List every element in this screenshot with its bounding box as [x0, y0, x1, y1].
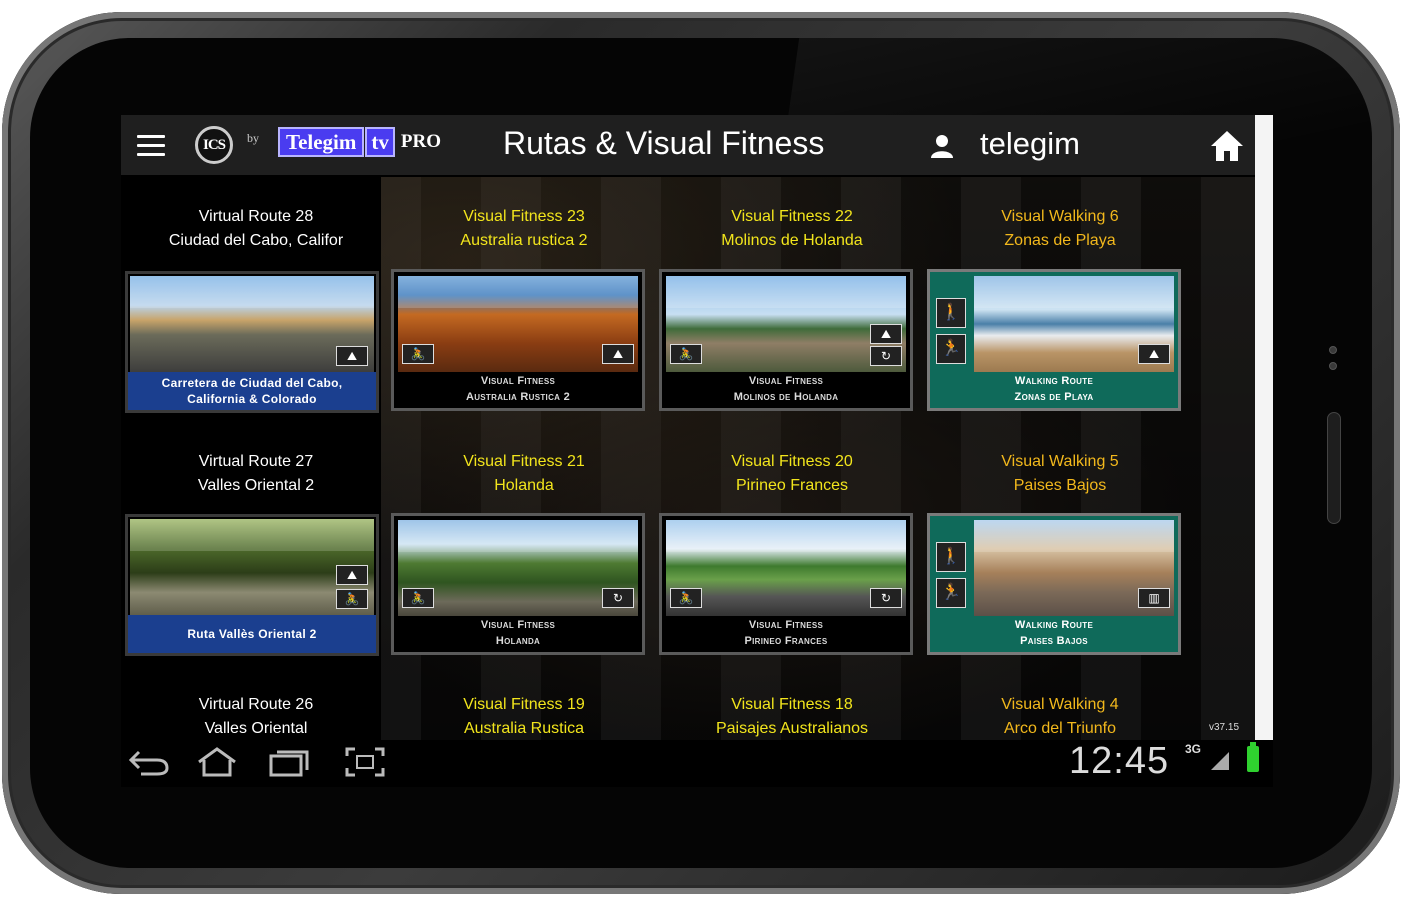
tile-caption: Visual Fitness 23 Australia rustica 2 [391, 205, 657, 253]
sensor-dots [1328, 342, 1338, 392]
caption-title: Visual Fitness 20 [731, 453, 853, 470]
side-button [1327, 412, 1341, 524]
app-screen: ICS by Telegim tv PRO Rutas & Visual Fit… [121, 115, 1273, 787]
fitness-card[interactable]: 🚴 ↻ Visual Fitness Pirineo Frances [659, 513, 913, 655]
fitness-card[interactable]: 🚴 ↻ Visual Fitness Holanda [391, 513, 645, 655]
network-type: 3G [1185, 742, 1202, 756]
tile-caption: Visual Fitness 20 Pirineo Frances [659, 450, 925, 498]
terrain-icon: ⛰ [870, 324, 902, 344]
fitness-label: Visual Fitness Holanda [480, 619, 556, 647]
tile-caption: Visual Fitness 19 Australia Rustica [391, 693, 657, 740]
tile-caption: Visual Fitness 18 Paisajes Australianos [659, 693, 925, 740]
screenshot-icon[interactable] [343, 746, 387, 778]
bike-icon: ⛰ [336, 346, 368, 366]
cyclist-icon: 🚴 [670, 588, 702, 608]
back-icon[interactable] [127, 746, 171, 778]
caption-subtitle: Valles Oriental 2 [197, 477, 315, 494]
elliptical-icon: 🏃 [936, 578, 966, 608]
walking-card[interactable]: 🚶 🏃 ▥ Walking Route Paises Bajos [927, 513, 1181, 655]
walking-label: Walking Route Paises Bajos [1014, 619, 1094, 647]
walking-label: Walking Route Zonas de Playa [1014, 375, 1094, 403]
status-clock: 12:45 [1069, 740, 1170, 782]
tile-caption: Visual Walking 5 Paises Bajos [927, 450, 1193, 498]
caption-title: Visual Fitness 23 [463, 208, 585, 225]
city-icon: ▥ [1138, 588, 1170, 608]
brand-pro: PRO [400, 131, 441, 152]
cyclist-icon: 🚴 [402, 588, 434, 608]
caption-subtitle: Holanda [494, 477, 554, 494]
terrain-icon: ⛰ [602, 344, 634, 364]
app-header: ICS by Telegim tv PRO Rutas & Visual Fit… [121, 115, 1255, 177]
fitness-label: Visual Fitness Molinos de Holanda [733, 375, 839, 403]
tile-caption: Virtual Route 28 Ciudad del Cabo, Califo… [123, 205, 389, 253]
caption-subtitle: Australia Rustica [463, 720, 585, 737]
caption-title: Visual Fitness 19 [463, 696, 585, 713]
cycle-mode-icon: ↻ [870, 588, 902, 608]
caption-subtitle: Valles Oriental [204, 720, 308, 737]
battery-icon [1247, 742, 1259, 772]
version-label: v37.15 [1209, 722, 1240, 733]
ics-logo: ICS [195, 126, 233, 164]
caption-title: Virtual Route 26 [198, 696, 314, 713]
caption-subtitle: Paisajes Australianos [715, 720, 869, 737]
route-label: Carretera de Ciudad del Cabo, California… [128, 372, 376, 410]
caption-subtitle: Ciudad del Cabo, Califor [168, 232, 344, 249]
caption-subtitle: Arco del Triunfo [1003, 720, 1117, 737]
route-grid[interactable]: Virtual Route 28 Ciudad del Cabo, Califo… [121, 177, 1255, 740]
caption-title: Virtual Route 27 [198, 453, 314, 470]
caption-subtitle: Zonas de Playa [1004, 232, 1116, 249]
signal-icon [1211, 752, 1229, 770]
caption-title: Visual Walking 4 [1001, 696, 1119, 713]
user-name[interactable]: telegim [980, 126, 1080, 162]
terrain-icon: ⛰ [336, 565, 368, 585]
caption-title: Visual Fitness 18 [731, 696, 853, 713]
caption-title: Visual Walking 5 [1001, 453, 1119, 470]
fitness-label: Visual Fitness Australia Rustica 2 [465, 375, 571, 403]
route-label: Ruta Vallès Oriental 2 [128, 615, 376, 653]
caption-subtitle: Australia rustica 2 [460, 232, 588, 249]
fitness-label: Visual Fitness Pirineo Frances [744, 619, 828, 647]
caption-subtitle: Paises Bajos [1013, 477, 1107, 494]
caption-title: Visual Walking 6 [1001, 208, 1119, 225]
brand-left: Telegim [278, 127, 365, 157]
bike-icon: 🚴 [336, 589, 368, 609]
tile-caption: Visual Fitness 21 Holanda [391, 450, 657, 498]
tile-caption: Visual Walking 4 Arco del Triunfo [927, 693, 1193, 740]
recent-apps-icon[interactable] [267, 746, 311, 778]
nav-home-icon[interactable] [195, 746, 239, 778]
caption-subtitle: Molinos de Holanda [721, 232, 863, 249]
walking-card[interactable]: 🚶 🏃 ⛰ Walking Route Zonas de Playa [927, 269, 1181, 411]
tile-caption: Virtual Route 27 Valles Oriental 2 [123, 450, 389, 498]
caption-title: Visual Fitness 21 [463, 453, 585, 470]
elliptical-icon: 🏃 [936, 334, 966, 364]
system-bar: 12:45 3G [121, 740, 1273, 787]
home-icon[interactable] [1209, 129, 1245, 163]
terrain-icon: ⛰ [1138, 344, 1170, 364]
route-card[interactable]: ⛰ Carretera de Ciudad del Cabo, Californ… [125, 271, 379, 413]
menu-icon[interactable] [137, 135, 165, 157]
cyclist-icon: 🚴 [402, 344, 434, 364]
cycle-mode-icon: ↻ [870, 346, 902, 366]
scroll-strip [1255, 115, 1273, 740]
caption-title: Virtual Route 28 [198, 208, 314, 225]
cyclist-icon: 🚴 [670, 344, 702, 364]
brand-right: tv [365, 127, 395, 157]
treadmill-icon: 🚶 [936, 298, 966, 328]
fitness-card[interactable]: 🚴 ⛰ Visual Fitness Australia Rustica 2 [391, 269, 645, 411]
telegim-tv-logo: Telegim tv PRO [278, 127, 441, 157]
cycle-mode-icon: ↻ [602, 588, 634, 608]
fitness-card[interactable]: 🚴 ⛰ ↻ Visual Fitness Molinos de Holanda [659, 269, 913, 411]
by-text: by [247, 131, 259, 145]
page-title: Rutas & Visual Fitness [503, 125, 825, 161]
caption-subtitle: Pirineo Frances [735, 477, 849, 494]
user-icon[interactable] [929, 133, 955, 159]
tile-caption: Visual Fitness 22 Molinos de Holanda [659, 205, 925, 253]
route-card[interactable]: ⛰ 🚴 Ruta Vallès Oriental 2 [125, 514, 379, 656]
caption-title: Visual Fitness 22 [731, 208, 853, 225]
tile-caption: Visual Walking 6 Zonas de Playa [927, 205, 1193, 253]
treadmill-icon: 🚶 [936, 542, 966, 572]
tile-caption: Virtual Route 26 Valles Oriental [123, 693, 389, 740]
